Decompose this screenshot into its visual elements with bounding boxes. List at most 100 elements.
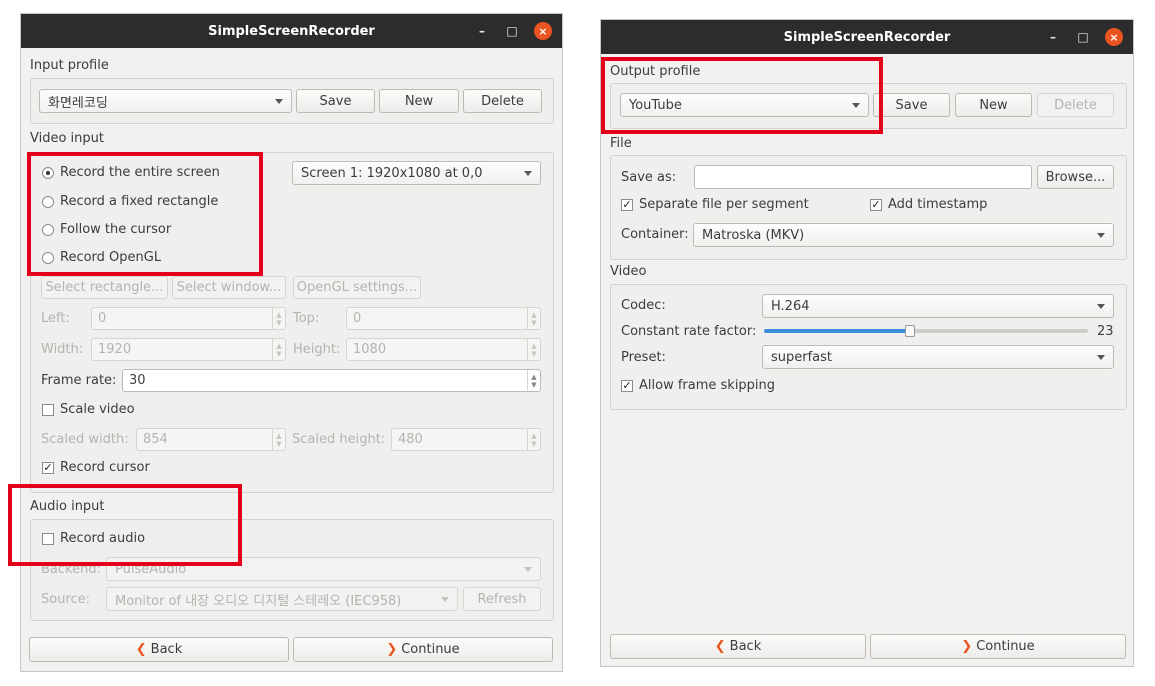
screen-value: Screen 1: 1920x1080 at 0,0 xyxy=(301,165,483,181)
source-select[interactable]: Monitor of 내장 오디오 디지털 스테레오 (IEC958) xyxy=(106,587,458,611)
crf-slider-fill xyxy=(764,329,910,333)
minimize-icon[interactable]: – xyxy=(474,24,490,38)
record-cursor-label[interactable]: Record cursor xyxy=(60,460,150,475)
crf-slider[interactable] xyxy=(764,325,1088,337)
chevron-left-icon: ❮ xyxy=(135,642,147,657)
add-timestamp-label[interactable]: Add timestamp xyxy=(888,197,987,212)
scaled-height-value: 480 xyxy=(398,432,423,447)
height-value: 1080 xyxy=(353,342,387,357)
continue-label: Continue xyxy=(976,639,1035,654)
scale-video-label[interactable]: Scale video xyxy=(60,402,135,417)
close-icon[interactable]: × xyxy=(1105,28,1123,46)
maximize-icon[interactable]: □ xyxy=(1075,30,1091,44)
scaled-width-label: Scaled width: xyxy=(41,432,129,447)
container-value: Matroska (MKV) xyxy=(702,227,805,243)
select-rectangle-button[interactable]: Select rectangle... xyxy=(41,276,168,299)
left-titlebar: SimpleScreenRecorder – □ × xyxy=(21,14,562,48)
codec-value: H.264 xyxy=(771,298,810,314)
top-value: 0 xyxy=(353,311,362,326)
frame-rate-input[interactable]: 30 ▲ ▼ xyxy=(122,369,541,392)
allow-frame-skipping-label[interactable]: Allow frame skipping xyxy=(639,378,775,393)
output-profile-save-button[interactable]: Save xyxy=(873,93,950,117)
browse-button[interactable]: Browse... xyxy=(1037,165,1114,189)
highlight-box-output-profile xyxy=(601,57,883,134)
frame-rate-value: 30 xyxy=(129,373,146,388)
spin-arrows-icon[interactable]: ▲ ▼ xyxy=(527,370,540,391)
top-label: Top: xyxy=(293,311,320,326)
scaled-width-value: 854 xyxy=(143,432,168,447)
highlight-box-audio-input xyxy=(8,484,242,566)
chevron-down-icon xyxy=(1097,355,1105,360)
back-label: Back xyxy=(729,639,762,654)
right-continue-button[interactable]: ❯ Continue xyxy=(870,634,1126,659)
width-label: Width: xyxy=(41,342,84,357)
window-title: SimpleScreenRecorder xyxy=(783,29,951,45)
spin-arrows-icon[interactable]: ▲ ▼ xyxy=(272,308,285,329)
output-profile-new-button[interactable]: New xyxy=(955,93,1032,117)
video-input-heading: Video input xyxy=(30,131,104,146)
back-label: Back xyxy=(150,642,183,657)
file-heading: File xyxy=(610,136,632,151)
close-icon[interactable]: × xyxy=(534,22,552,40)
opengl-settings-button[interactable]: OpenGL settings... xyxy=(293,276,421,299)
spin-arrows-icon[interactable]: ▲ ▼ xyxy=(527,308,540,329)
scaled-width-input[interactable]: 854 ▲ ▼ xyxy=(136,428,286,451)
output-profile-delete-button[interactable]: Delete xyxy=(1037,93,1114,117)
chevron-down-icon xyxy=(524,171,532,176)
crf-slider-handle[interactable] xyxy=(905,325,915,337)
input-profile-select[interactable]: 화면레코딩 xyxy=(39,89,292,113)
height-input[interactable]: 1080 ▲ ▼ xyxy=(346,338,541,361)
preset-select[interactable]: superfast xyxy=(762,345,1114,369)
codec-select[interactable]: H.264 xyxy=(762,294,1114,318)
separate-file-checkbox[interactable]: ✓ xyxy=(621,199,633,211)
preset-label: Preset: xyxy=(621,350,666,365)
allow-frame-skipping-checkbox[interactable]: ✓ xyxy=(621,380,633,392)
left-continue-button[interactable]: ❯ Continue xyxy=(293,637,553,662)
width-value: 1920 xyxy=(98,342,132,357)
left-back-button[interactable]: ❮ Back xyxy=(29,637,289,662)
left-value: 0 xyxy=(98,311,107,326)
spin-arrows-icon[interactable]: ▲ ▼ xyxy=(527,429,540,450)
select-window-button[interactable]: Select window... xyxy=(172,276,286,299)
refresh-button[interactable]: Refresh xyxy=(463,587,541,611)
save-as-label: Save as: xyxy=(621,170,677,185)
codec-label: Codec: xyxy=(621,298,666,313)
input-profile-new-button[interactable]: New xyxy=(379,89,459,113)
chevron-right-icon: ❯ xyxy=(961,639,973,654)
input-profile-value: 화면레코딩 xyxy=(48,95,108,111)
scaled-height-input[interactable]: 480 ▲ ▼ xyxy=(391,428,541,451)
maximize-icon[interactable]: □ xyxy=(504,24,520,38)
chevron-down-icon xyxy=(1097,233,1105,238)
spin-arrows-icon[interactable]: ▲ ▼ xyxy=(527,339,540,360)
right-back-button[interactable]: ❮ Back xyxy=(610,634,866,659)
highlight-box-video-options xyxy=(27,152,263,276)
width-input[interactable]: 1920 ▲ ▼ xyxy=(91,338,286,361)
input-profile-delete-button[interactable]: Delete xyxy=(463,89,542,113)
record-cursor-checkbox[interactable]: ✓ xyxy=(42,462,54,474)
scale-video-checkbox[interactable] xyxy=(42,404,54,416)
chevron-down-icon xyxy=(1097,304,1105,309)
continue-label: Continue xyxy=(401,642,460,657)
container-select[interactable]: Matroska (MKV) xyxy=(693,223,1114,247)
minimize-icon[interactable]: – xyxy=(1045,30,1061,44)
save-as-input[interactable] xyxy=(694,165,1032,189)
chevron-down-icon xyxy=(524,567,532,572)
source-value: Monitor of 내장 오디오 디지털 스테레오 (IEC958) xyxy=(115,593,402,609)
container-label: Container: xyxy=(621,227,689,242)
crf-value: 23 xyxy=(1097,324,1114,339)
spin-arrows-icon[interactable]: ▲ ▼ xyxy=(272,429,285,450)
crf-label: Constant rate factor: xyxy=(621,324,757,339)
video-heading: Video xyxy=(610,264,647,279)
add-timestamp-checkbox[interactable]: ✓ xyxy=(870,199,882,211)
left-input[interactable]: 0 ▲ ▼ xyxy=(91,307,286,330)
screen-select[interactable]: Screen 1: 1920x1080 at 0,0 xyxy=(292,161,541,185)
left-label: Left: xyxy=(41,311,70,326)
source-label: Source: xyxy=(41,592,91,607)
separate-file-label[interactable]: Separate file per segment xyxy=(639,197,809,212)
top-input[interactable]: 0 ▲ ▼ xyxy=(346,307,541,330)
window-title: SimpleScreenRecorder xyxy=(208,23,375,39)
chevron-down-icon xyxy=(441,597,449,602)
spin-arrows-icon[interactable]: ▲ ▼ xyxy=(272,339,285,360)
scaled-height-label: Scaled height: xyxy=(292,432,386,447)
input-profile-save-button[interactable]: Save xyxy=(296,89,375,113)
